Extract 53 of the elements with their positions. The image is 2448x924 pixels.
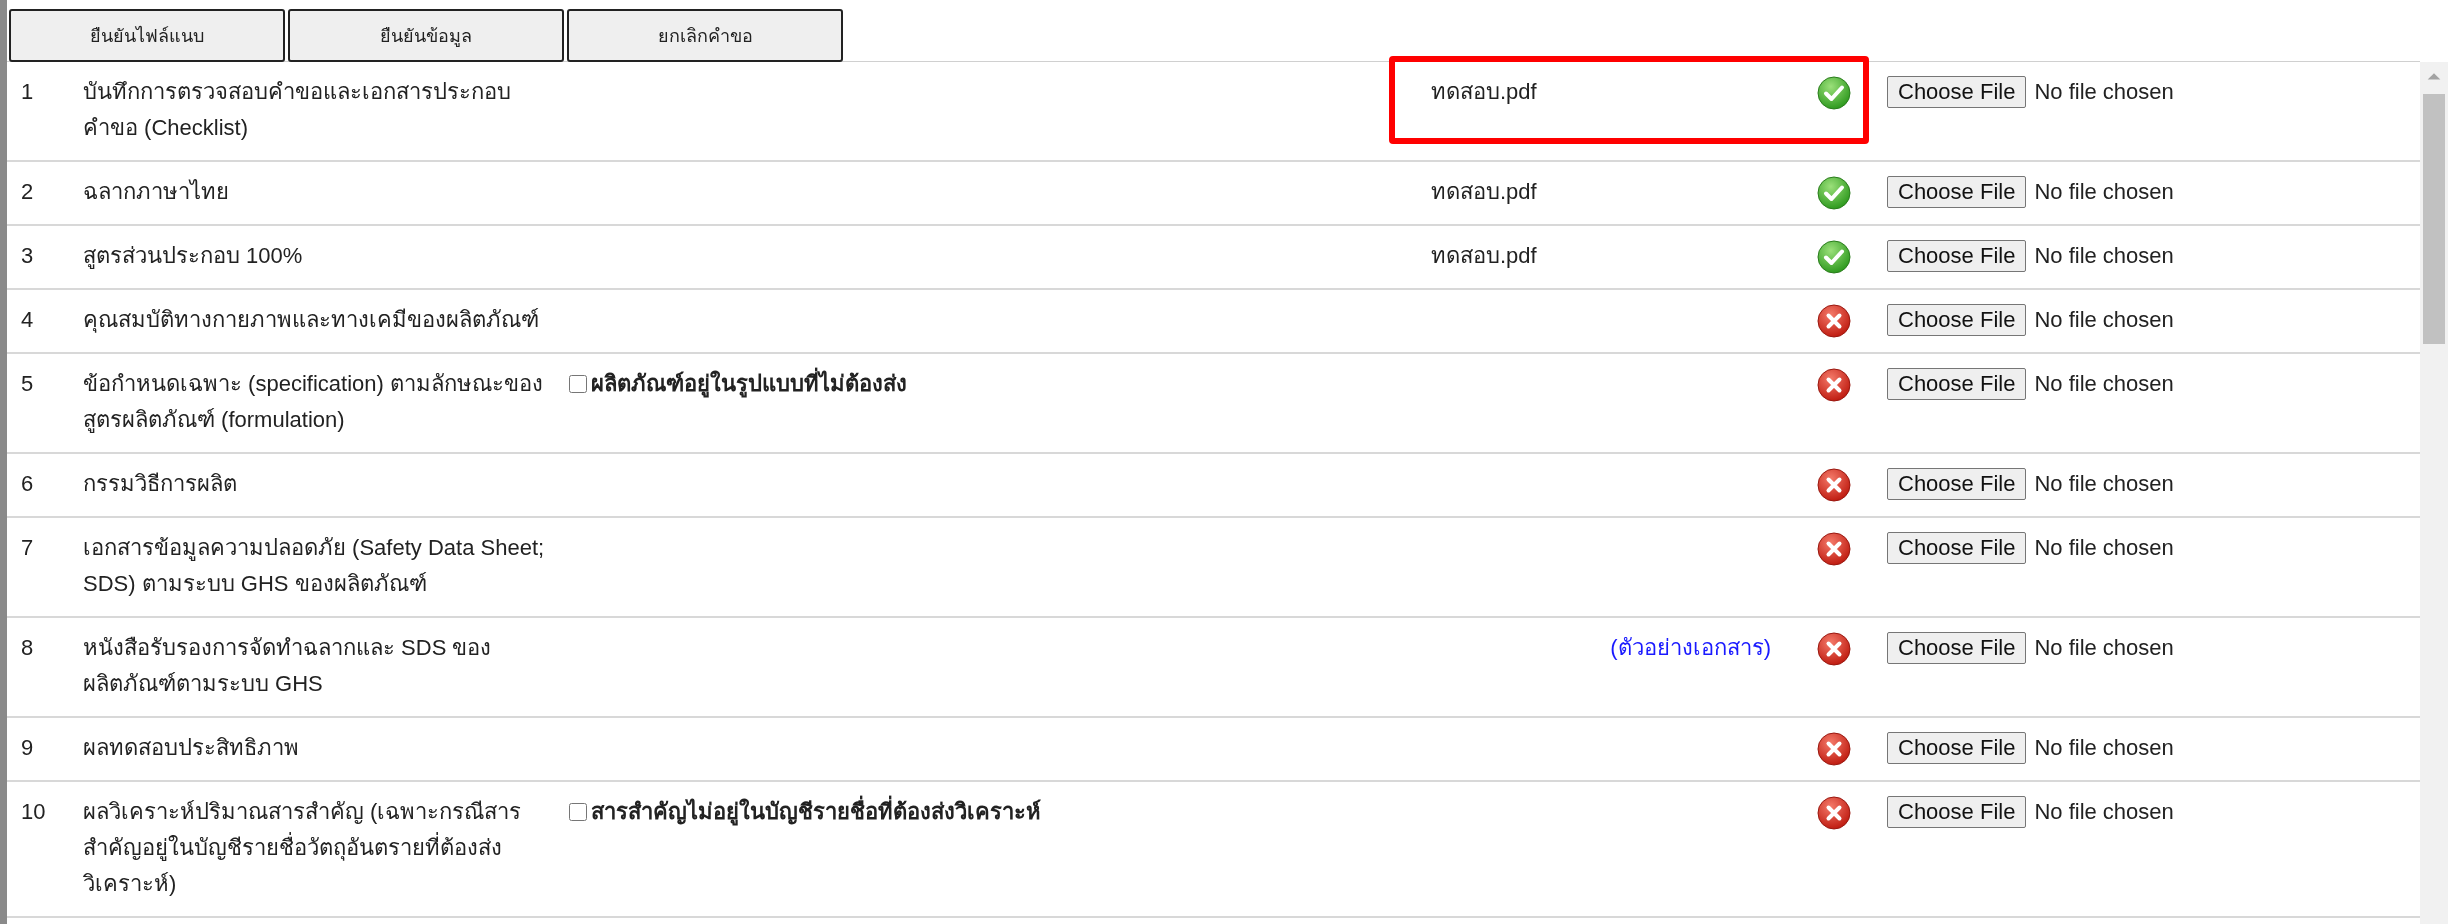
file-name: ทดสอบ.pdf [1431, 78, 1537, 106]
choose-file-button[interactable]: Choose File [1887, 468, 2027, 500]
file-status-text: No file chosen [2034, 370, 2174, 398]
action-button[interactable]: ยกเลิกคำขอ [567, 9, 843, 62]
scrollbar[interactable] [2420, 62, 2448, 924]
file-status-text: No file chosen [2034, 798, 2174, 826]
row-number: 10 [20, 798, 47, 826]
file-status-text: No file chosen [2034, 734, 2174, 762]
checkbox-label: ผลิตภัณฑ์อยู่ในรูปแบบที่ไม่ต้องส่ง [591, 366, 907, 402]
choose-file-button[interactable]: Choose File [1887, 176, 2027, 208]
row-number: 7 [20, 534, 35, 562]
sample-document-link[interactable]: (ตัวอย่างเอกสาร) [1610, 630, 1771, 666]
choose-file-button[interactable]: Choose File [1887, 796, 2027, 828]
document-title: เอกสารข้อมูลความปลอดภัย (Safety Data Sheet; SDS) ตามระบบ GHS ของผลิตภัณฑ์ [83, 534, 546, 598]
checkbox-label: สารสำคัญไม่อยู่ในบัญชีรายชื่อที่ต้องส่งวิเคราะห์ [591, 794, 1041, 830]
row-number: 9 [20, 734, 35, 762]
file-status-text: No file chosen [2034, 534, 2174, 562]
choose-file-button[interactable]: Choose File [1887, 368, 2027, 400]
choose-file-button[interactable]: Choose File [1887, 732, 2027, 764]
document-title: ข้อกำหนดเฉพาะ (specification) ตามลักษณะของสูตรผลิตภัณฑ์ (formulation) [83, 370, 544, 435]
choose-file-button[interactable]: Choose File [1887, 632, 2027, 664]
document-title: ผลวิเคราะห์ปริมาณสารสำคัญ (เฉพาะกรณีสารสำคัญอยู่ในบัญชีรายชื่อวัตถุอันตรายที่ต้องส่งวิเคราะห์) [83, 798, 523, 898]
document-title: ฉลากภาษาไทย [83, 178, 230, 206]
file-name: ทดสอบ.pdf [1431, 242, 1537, 270]
action-button[interactable]: ยืนยันไฟล์แนบ [9, 9, 285, 62]
document-title: ผลทดสอบประสิทธิภาพ [83, 734, 300, 762]
document-title: สูตรส่วนประกอบ 100% [83, 242, 304, 271]
row-number: 2 [20, 178, 35, 206]
row-number: 1 [20, 78, 35, 106]
document-title: หนังสือรับรองการจัดทำฉลากและ SDS ของผลิตภัณฑ์ตามระบบ GHS [83, 634, 493, 698]
file-status-text: No file chosen [2034, 306, 2174, 334]
file-status-text: No file chosen [2034, 178, 2174, 206]
row-number: 6 [20, 470, 35, 498]
choose-file-button[interactable]: Choose File [1887, 532, 2027, 564]
file-status-text: No file chosen [2034, 470, 2174, 498]
document-title: กรรมวิธีการผลิต [83, 470, 238, 498]
choose-file-button[interactable]: Choose File [1887, 76, 2027, 108]
checkbox[interactable] [569, 375, 587, 393]
row-number: 5 [20, 370, 35, 398]
document-title: คุณสมบัติทางกายภาพและทางเคมีของผลิตภัณฑ์ [83, 306, 540, 335]
row-number: 8 [20, 634, 35, 662]
choose-file-button[interactable]: Choose File [1887, 304, 2027, 336]
action-button[interactable]: ยืนยันข้อมูล [288, 9, 564, 62]
file-status-text: No file chosen [2034, 78, 2174, 106]
row-number: 4 [20, 306, 35, 334]
document-title: บันทึกการตรวจสอบคำขอและเอกสารประกอบคำขอ (Checklist) [83, 78, 512, 142]
scrollbar-thumb[interactable] [2423, 94, 2445, 344]
file-name: ทดสอบ.pdf [1431, 178, 1537, 206]
file-status-text: No file chosen [2034, 242, 2174, 270]
choose-file-button[interactable]: Choose File [1887, 240, 2027, 272]
checkbox[interactable] [569, 803, 587, 821]
row-number: 3 [20, 242, 35, 270]
file-status-text: No file chosen [2034, 634, 2174, 662]
